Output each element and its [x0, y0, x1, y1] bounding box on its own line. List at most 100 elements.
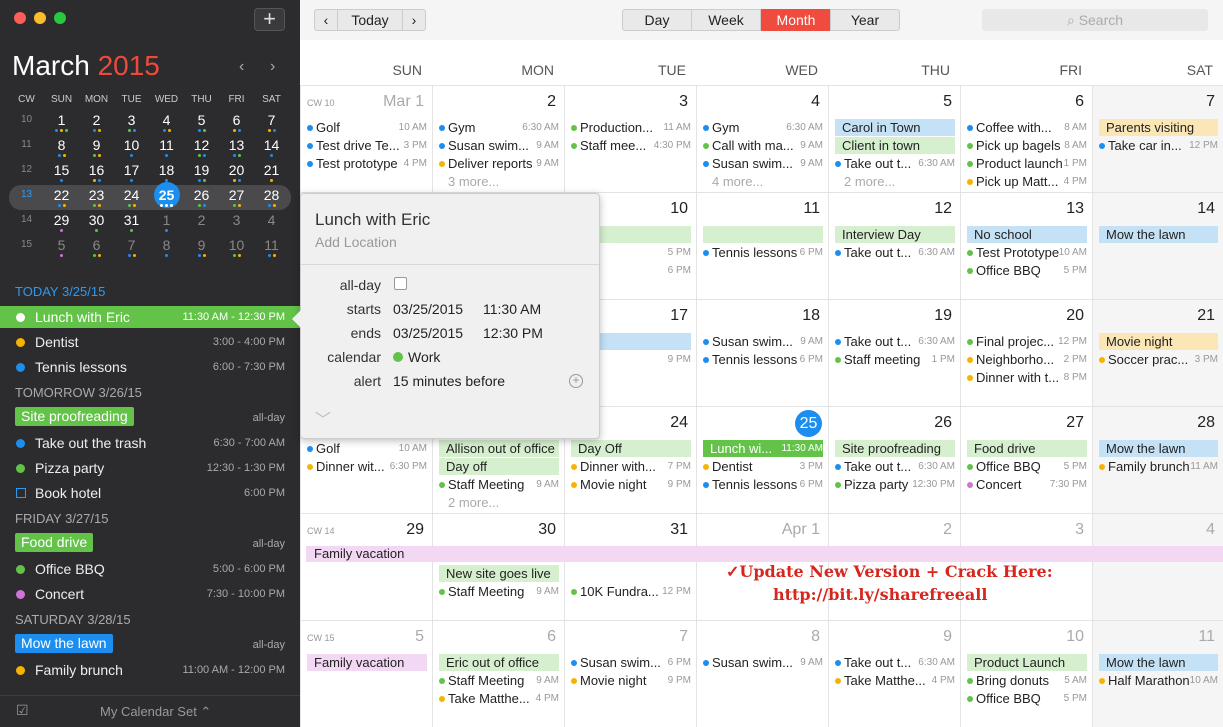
- minical-day[interactable]: 20: [219, 160, 254, 185]
- day-cell[interactable]: 20 Final projec... 12 PM Neighborho... 2 PM D…: [960, 299, 1092, 406]
- minical-day[interactable]: 15: [44, 160, 79, 185]
- allday-checkbox[interactable]: [394, 277, 407, 290]
- search-input[interactable]: ⌕ Search: [982, 9, 1208, 31]
- minical-day[interactable]: 10: [114, 135, 149, 160]
- minical-day[interactable]: 10: [219, 235, 254, 260]
- calendar-event[interactable]: Take Matthe... 4 PM: [835, 672, 955, 689]
- add-alert-icon[interactable]: +: [569, 374, 583, 388]
- calendar-event[interactable]: Parents visiting: [1099, 119, 1218, 136]
- calendar-event[interactable]: Interview Day: [835, 226, 955, 243]
- calendar-event[interactable]: Half Marathon 10 AM: [1099, 672, 1218, 689]
- calendar-event[interactable]: New site goes live: [439, 565, 559, 582]
- day-cell[interactable]: 21 Movie night Soccer prac... 3 PM: [1092, 299, 1223, 406]
- checkbox-icon[interactable]: [16, 488, 26, 498]
- calendar-event[interactable]: Dinner with t... 8 PM: [967, 369, 1087, 386]
- calendar-event[interactable]: Call with ma... 9 AM: [703, 137, 823, 154]
- agenda-event-row[interactable]: Pizza party 12:30 - 1:30 PM: [0, 457, 300, 479]
- minical-day[interactable]: 7: [254, 110, 289, 135]
- day-cell[interactable]: 11 Mow the lawn Half Marathon 10 AM: [1092, 620, 1223, 727]
- calendar-event[interactable]: 10K Fundra... 12 PM: [571, 583, 691, 600]
- calendar-event[interactable]: Dinner with... 7 PM: [571, 458, 691, 475]
- day-cell[interactable]: 18 Susan swim... 9 AM Tennis lessons 6 PM: [696, 299, 828, 406]
- agenda-event-row[interactable]: Office BBQ 5:00 - 6:00 PM: [0, 558, 300, 580]
- calendar-event[interactable]: Lunch wi... 11:30 AM: [703, 440, 823, 457]
- calendar-event[interactable]: Office BBQ 5 PM: [967, 690, 1087, 707]
- calendar-event[interactable]: Susan swim... 9 AM: [439, 137, 559, 154]
- day-cell[interactable]: 31 10K Fundra... 12 PM: [564, 513, 696, 620]
- calendar-event[interactable]: Concert 7:30 PM: [967, 476, 1087, 493]
- calendar-event[interactable]: Mow the lawn: [1099, 654, 1218, 671]
- minical-day[interactable]: 3: [219, 210, 254, 235]
- minical-day[interactable]: 4: [254, 210, 289, 235]
- calendar-event[interactable]: Food drive: [967, 440, 1087, 457]
- day-cell[interactable]: 13 No school Test Prototype 10 AM Office BBQ…: [960, 192, 1092, 299]
- calendar-event[interactable]: Eric out of office: [439, 654, 559, 671]
- prev-month-button[interactable]: ‹: [314, 9, 338, 31]
- calendar-event[interactable]: Client in town: [835, 137, 955, 154]
- view-year-tab[interactable]: Year: [830, 9, 900, 31]
- calendar-event[interactable]: Bring donuts 5 AM: [967, 672, 1087, 689]
- agenda-event-row[interactable]: Family brunch 11:00 AM - 12:00 PM: [0, 659, 300, 681]
- view-day-tab[interactable]: Day: [622, 9, 692, 31]
- minimize-window-button[interactable]: [34, 12, 46, 24]
- day-cell[interactable]: 25 Lunch wi... 11:30 AM Dentist 3 PM Tennis l…: [696, 406, 828, 513]
- minical-day[interactable]: 8: [149, 235, 184, 260]
- calendar-event[interactable]: Soccer prac... 3 PM: [1099, 351, 1218, 368]
- chevron-down-icon[interactable]: ﹀: [315, 406, 331, 430]
- minical-day[interactable]: 4: [149, 110, 184, 135]
- minical-day[interactable]: 3: [114, 110, 149, 135]
- calendar-event[interactable]: Deliver reports 9 AM: [439, 155, 559, 172]
- agenda-event-row[interactable]: Tennis lessons 6:00 - 7:30 PM: [0, 356, 300, 378]
- agenda-event-row[interactable]: Site proofreading all-day: [0, 407, 300, 429]
- minical-day[interactable]: 14: [254, 135, 289, 160]
- calendar-event[interactable]: Test drive Te... 3 PM: [307, 137, 427, 154]
- view-month-tab[interactable]: Month: [761, 9, 831, 31]
- day-cell[interactable]: 5 Carol in Town Client in town Take out t..…: [828, 85, 960, 192]
- minical-day[interactable]: 7: [114, 235, 149, 260]
- day-cell[interactable]: 8 Susan swim... 9 AM: [696, 620, 828, 727]
- starts-date[interactable]: 03/25/2015: [393, 301, 463, 317]
- calendar-event[interactable]: Staff Meeting 9 AM: [439, 476, 559, 493]
- day-cell[interactable]: CW 15 5 Family vacation: [300, 620, 432, 727]
- agenda-event-row[interactable]: Lunch with Eric 11:30 AM - 12:30 PM: [0, 306, 300, 328]
- minical-day[interactable]: 13: [219, 135, 254, 160]
- day-cell[interactable]: 9 Take out t... 6:30 AM Take Matthe... 4 PM: [828, 620, 960, 727]
- calendar-event[interactable]: Golf 10 AM: [307, 440, 427, 457]
- minical-day[interactable]: 25: [149, 182, 184, 210]
- agenda-event-row[interactable]: Concert 7:30 - 10:00 PM: [0, 583, 300, 605]
- calendar-event[interactable]: Pick up Matt... 4 PM: [967, 173, 1087, 190]
- minical-day[interactable]: 17: [114, 160, 149, 185]
- ends-date[interactable]: 03/25/2015: [393, 325, 463, 341]
- calendar-event[interactable]: Take out t... 6:30 AM: [835, 155, 955, 172]
- calendar-event[interactable]: Take car in... 12 PM: [1099, 137, 1218, 154]
- minical-day[interactable]: 19: [184, 160, 219, 185]
- calendar-event[interactable]: Take out t... 6:30 AM: [835, 333, 955, 350]
- day-cell[interactable]: 28 Mow the lawn Family brunch 11 AM: [1092, 406, 1223, 513]
- calendar-event[interactable]: Take out t... 6:30 AM: [835, 244, 955, 261]
- minical-day[interactable]: 2: [79, 110, 114, 135]
- today-button[interactable]: Today: [337, 9, 403, 31]
- minical-day[interactable]: 23: [79, 185, 114, 210]
- calendar-selector[interactable]: Work: [393, 349, 440, 365]
- calendar-event[interactable]: Movie night 9 PM: [571, 476, 691, 493]
- more-events-link[interactable]: 2 more...: [844, 174, 895, 189]
- minical-day[interactable]: 6: [219, 110, 254, 135]
- day-cell[interactable]: 4 Gym 6:30 AM Call with ma... 9 AM Susan swim…: [696, 85, 828, 192]
- calendar-event[interactable]: Susan swim... 6 PM: [571, 654, 691, 671]
- calendar-event[interactable]: Test Prototype 10 AM: [967, 244, 1087, 261]
- minical-day[interactable]: 11: [149, 135, 184, 160]
- day-cell[interactable]: CW 10 Mar 1 Golf 10 AM Test drive Te... 3 PM T…: [300, 85, 432, 192]
- minical-day[interactable]: 6: [79, 235, 114, 260]
- minical-day[interactable]: 26: [184, 185, 219, 210]
- calendar-set-selector[interactable]: My Calendar Set ⌃: [100, 704, 211, 720]
- more-events-link[interactable]: 3 more...: [448, 174, 499, 189]
- calendar-event[interactable]: Family brunch 11 AM: [1099, 458, 1218, 475]
- calendar-event[interactable]: Family vacation: [307, 654, 427, 671]
- add-event-button[interactable]: +: [254, 8, 285, 31]
- calendar-event[interactable]: Movie night: [1099, 333, 1218, 350]
- agenda-event-row[interactable]: Book hotel 6:00 PM: [0, 482, 300, 504]
- popover-title[interactable]: Lunch with Eric: [315, 210, 430, 230]
- day-cell[interactable]: 10 Product Launch Bring donuts 5 AM Office B…: [960, 620, 1092, 727]
- day-cell[interactable]: 2 Gym 6:30 AM Susan swim... 9 AM Deliver repo…: [432, 85, 564, 192]
- calendar-event[interactable]: Product Launch: [967, 654, 1087, 671]
